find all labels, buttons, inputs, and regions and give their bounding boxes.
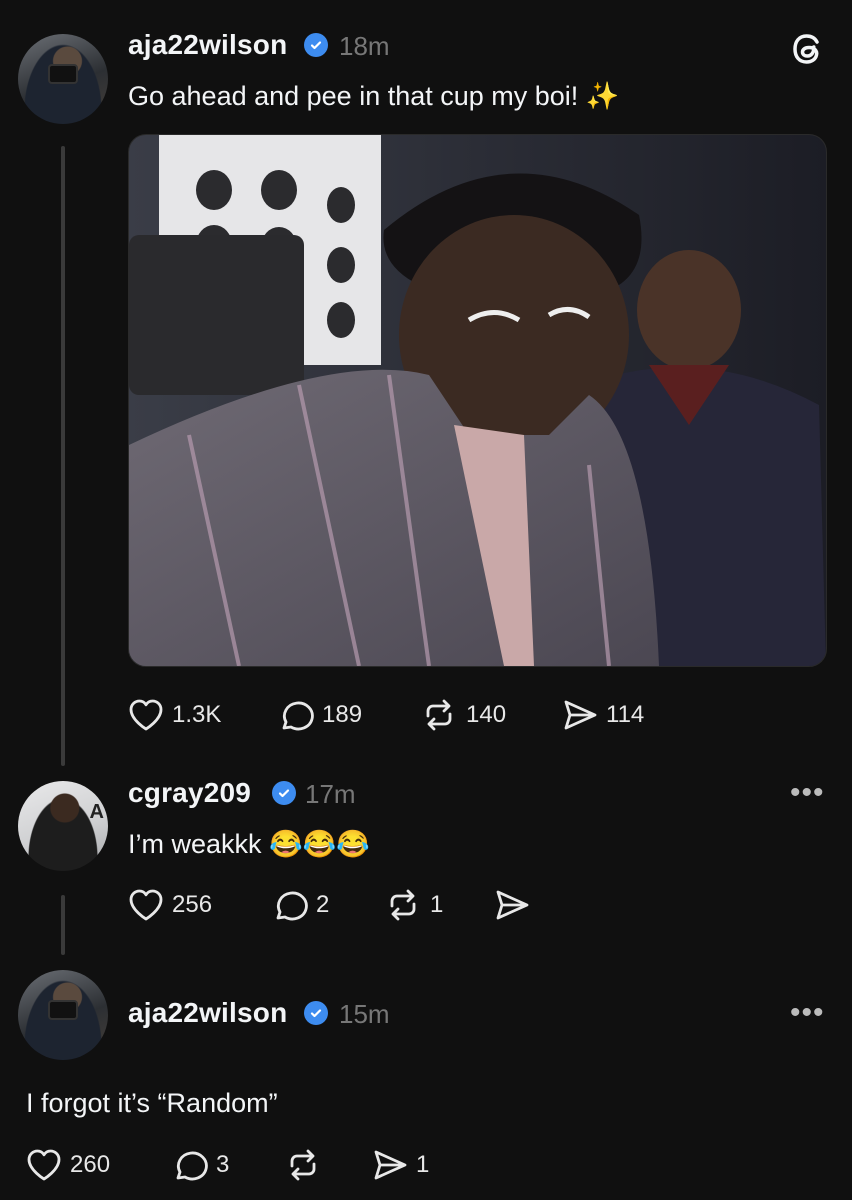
reply-count: 2 bbox=[316, 891, 330, 918]
verified-badge-icon bbox=[304, 33, 328, 57]
thread-line bbox=[61, 895, 65, 955]
share-count: 114 bbox=[606, 701, 645, 728]
more-dots-icon[interactable]: ••• bbox=[790, 996, 825, 1030]
username[interactable]: aja22wilson bbox=[128, 997, 287, 1029]
reply-count: 189 bbox=[322, 701, 363, 728]
repost-count: 140 bbox=[466, 701, 507, 728]
paper-plane-icon bbox=[372, 1148, 408, 1182]
like-button[interactable]: 260 bbox=[26, 1148, 110, 1182]
share-button[interactable]: 1 bbox=[372, 1148, 429, 1182]
reply-button[interactable]: 3 bbox=[172, 1148, 229, 1182]
threads-logo-icon[interactable] bbox=[788, 30, 826, 68]
speech-bubble-icon bbox=[272, 888, 308, 922]
repost-count: 1 bbox=[430, 891, 444, 918]
speech-bubble-icon bbox=[172, 1148, 208, 1182]
heart-icon bbox=[128, 698, 164, 732]
timestamp: 17m bbox=[305, 779, 356, 809]
username[interactable]: cgray209 bbox=[128, 777, 251, 809]
heart-icon bbox=[128, 888, 164, 922]
repost-icon bbox=[284, 1148, 322, 1182]
like-count: 260 bbox=[70, 1151, 111, 1178]
timestamp: 15m bbox=[339, 999, 390, 1029]
avatar[interactable]: A bbox=[18, 781, 108, 871]
repost-icon bbox=[420, 698, 458, 732]
like-count: 256 bbox=[172, 891, 213, 918]
avatar[interactable] bbox=[18, 34, 108, 124]
reply-count: 3 bbox=[216, 1151, 230, 1178]
avatar-letter: A bbox=[89, 801, 104, 823]
post-image[interactable] bbox=[128, 134, 827, 667]
more-dots-icon[interactable]: ••• bbox=[790, 776, 825, 810]
reply-button[interactable]: 189 bbox=[278, 698, 362, 732]
share-count: 1 bbox=[416, 1151, 430, 1178]
share-button[interactable] bbox=[494, 888, 538, 922]
camera-shape bbox=[48, 64, 78, 84]
speech-bubble-icon bbox=[278, 698, 314, 732]
verified-badge-icon bbox=[272, 781, 296, 805]
thread-line bbox=[61, 146, 65, 766]
verified-badge-icon bbox=[304, 1001, 328, 1025]
paper-plane-icon bbox=[562, 698, 598, 732]
like-button[interactable]: 256 bbox=[128, 888, 212, 922]
repost-button[interactable]: 1 bbox=[384, 888, 443, 922]
like-button[interactable]: 1.3K bbox=[128, 698, 221, 732]
post-text: I forgot it’s “Random” bbox=[26, 1088, 278, 1118]
heart-icon bbox=[26, 1148, 62, 1182]
reply-button[interactable]: 2 bbox=[272, 888, 329, 922]
repost-icon bbox=[384, 888, 422, 922]
repost-button[interactable] bbox=[284, 1148, 330, 1182]
post-text: Go ahead and pee in that cup my boi! ✨ bbox=[128, 81, 620, 111]
repost-button[interactable]: 140 bbox=[420, 698, 506, 732]
post-text: I’m weakkk 😂😂😂 bbox=[128, 829, 370, 859]
avatar[interactable] bbox=[18, 970, 108, 1060]
timestamp: 18m bbox=[339, 31, 390, 61]
paper-plane-icon bbox=[494, 888, 530, 922]
like-count: 1.3K bbox=[172, 701, 222, 728]
share-button[interactable]: 114 bbox=[562, 698, 644, 732]
username[interactable]: aja22wilson bbox=[128, 29, 287, 61]
camera-shape bbox=[48, 1000, 78, 1020]
